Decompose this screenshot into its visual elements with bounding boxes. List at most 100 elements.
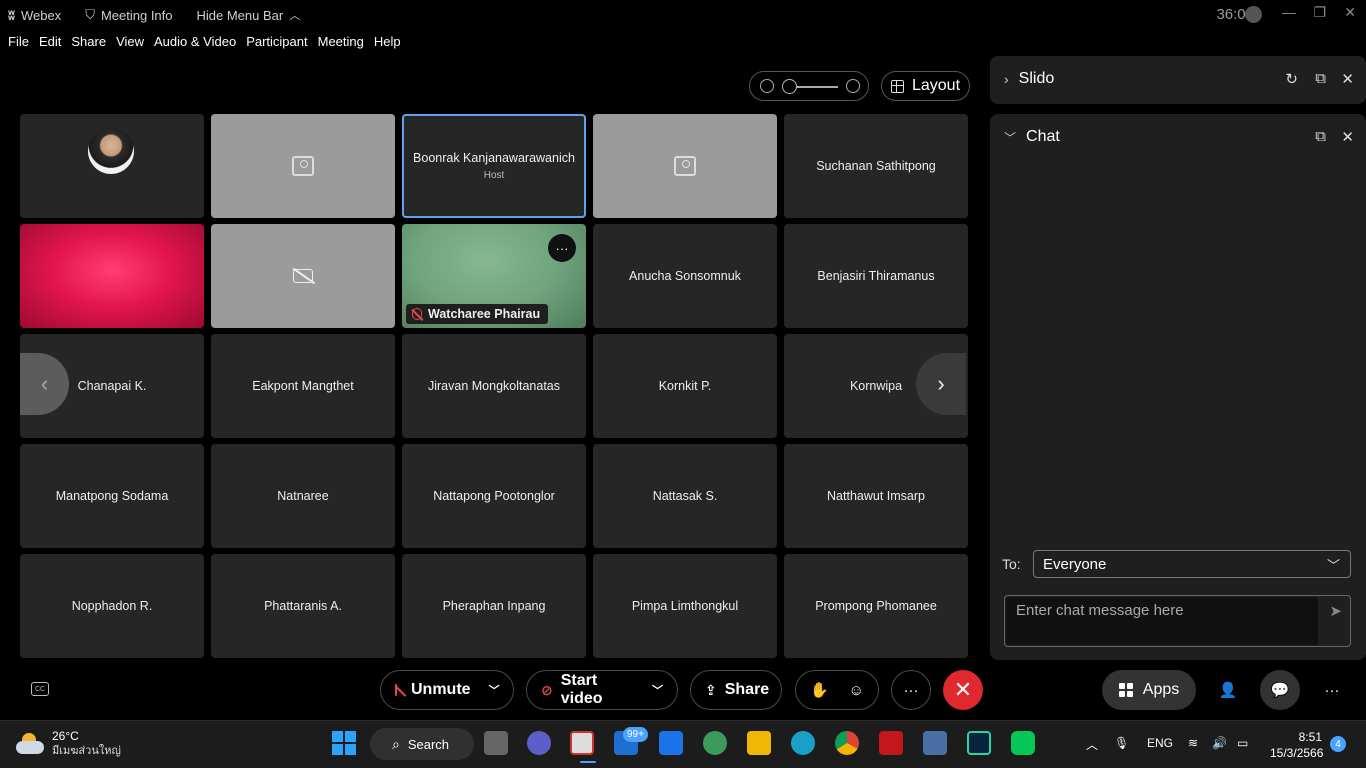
- pop-out-icon[interactable]: ⧉: [1315, 70, 1326, 87]
- mic-muted-tray-icon[interactable]: 🎙: [1114, 736, 1129, 750]
- participant-tile[interactable]: Anucha Sonsomnuk: [593, 224, 777, 328]
- clock[interactable]: 8:51 15/3/2566: [1270, 729, 1324, 761]
- chat-message-input[interactable]: Enter chat message here: [1006, 597, 1318, 645]
- zoom-in-icon[interactable]: [846, 79, 860, 93]
- participant-tile[interactable]: Jiravan Mongkoltanatas: [402, 334, 586, 438]
- menu-file[interactable]: File: [8, 34, 29, 54]
- task-view-icon[interactable]: [484, 731, 508, 755]
- language-indicator[interactable]: ENG: [1147, 736, 1173, 750]
- share-button[interactable]: ⇪ Share: [690, 670, 782, 710]
- participants-icon: 👤: [1218, 682, 1238, 699]
- maps-icon[interactable]: [703, 731, 727, 755]
- minimize-icon[interactable]: —: [1282, 4, 1296, 20]
- participant-tile[interactable]: Phattaranis A.: [211, 554, 395, 658]
- participant-tile[interactable]: Nattasak S.: [593, 444, 777, 548]
- participant-tile[interactable]: Pimpa Limthongkul: [593, 554, 777, 658]
- participant-tile[interactable]: Benjasiri Thiramanus: [784, 224, 968, 328]
- close-window-icon[interactable]: ✕: [1344, 4, 1356, 21]
- participant-tile[interactable]: Nopphadon R.: [20, 554, 204, 658]
- participant-tile[interactable]: Prompong Phomanee: [784, 554, 968, 658]
- chat-header[interactable]: ﹀ Chat: [1004, 128, 1060, 146]
- participants-button[interactable]: 👤: [1208, 670, 1248, 710]
- participant-tile[interactable]: ··· Watcharee Phairau: [402, 224, 586, 328]
- edge-icon[interactable]: [791, 731, 815, 755]
- weather-widget[interactable]: 26°C มีเมฆส่วนใหญ่: [16, 729, 121, 759]
- network-stats-icon[interactable]: [1245, 6, 1262, 23]
- pop-out-icon[interactable]: ⧉: [1315, 128, 1326, 145]
- start-video-button[interactable]: ⊘ Start video ﹀: [526, 670, 678, 710]
- apps-button[interactable]: Apps: [1102, 670, 1196, 710]
- acrobat-icon[interactable]: [879, 731, 903, 755]
- notification-badge[interactable]: 4: [1330, 736, 1346, 752]
- participant-tile[interactable]: [211, 224, 395, 328]
- participant-tile[interactable]: Manatpong Sodama: [20, 444, 204, 548]
- calculator-icon[interactable]: [923, 731, 947, 755]
- menu-help[interactable]: Help: [374, 34, 401, 54]
- close-icon[interactable]: ✕: [1341, 128, 1354, 146]
- zoom-slider[interactable]: [749, 71, 869, 101]
- participant-tile[interactable]: Natnaree: [211, 444, 395, 548]
- send-icon[interactable]: ➤: [1329, 602, 1342, 620]
- close-icon[interactable]: ✕: [1341, 70, 1354, 88]
- participant-name: Suchanan Sathitpong: [816, 159, 936, 173]
- reactions-icon[interactable]: ☺: [849, 682, 864, 699]
- zoom-knob[interactable]: [782, 79, 797, 94]
- battery-icon[interactable]: ▭: [1237, 736, 1248, 750]
- participant-name: Eakpont Mangthet: [252, 379, 354, 393]
- volume-icon[interactable]: 🔊: [1212, 736, 1227, 750]
- unmute-button[interactable]: Unmute ﹀: [380, 670, 514, 710]
- zoom-track[interactable]: [790, 86, 838, 88]
- chat-button[interactable]: 💬: [1260, 670, 1300, 710]
- chat-input-box: Enter chat message here ➤: [1004, 595, 1351, 647]
- leave-meeting-button[interactable]: ✕: [943, 670, 983, 710]
- calendar-icon[interactable]: [659, 731, 683, 755]
- taskbar-search[interactable]: ⌕ Search: [370, 728, 474, 760]
- wifi-icon[interactable]: ≋: [1188, 736, 1198, 750]
- raise-hand-icon[interactable]: ✋: [810, 681, 829, 699]
- menu-share[interactable]: Share: [71, 34, 106, 54]
- snipping-tool-icon[interactable]: [570, 731, 594, 755]
- slido-header[interactable]: › Slido: [1004, 70, 1054, 88]
- participant-tile[interactable]: Boonrak Kanjanawarawanich Host: [402, 114, 586, 218]
- clock-date: 15/3/2566: [1270, 746, 1324, 760]
- participant-tile[interactable]: [211, 114, 395, 218]
- participant-tile[interactable]: [20, 224, 204, 328]
- meeting-info-label: Meeting Info: [100, 7, 173, 23]
- more-options-icon[interactable]: ···: [548, 234, 576, 262]
- refresh-icon[interactable]: ↻: [1285, 70, 1298, 88]
- recipient-select[interactable]: Everyone ﹀: [1033, 550, 1351, 578]
- maximize-icon[interactable]: ❐: [1313, 4, 1326, 21]
- participant-tile[interactable]: Pheraphan Inpang: [402, 554, 586, 658]
- layout-button[interactable]: Layout: [881, 71, 970, 101]
- participant-name: Anucha Sonsomnuk: [629, 269, 741, 283]
- chevron-up-icon[interactable]: ︿: [1086, 736, 1098, 753]
- participant-tile[interactable]: [20, 114, 204, 218]
- participant-tile[interactable]: Eakpont Mangthet: [211, 334, 395, 438]
- chevron-up-icon: ︿: [289, 10, 301, 22]
- more-options-button[interactable]: ···: [891, 670, 931, 710]
- participant-tile[interactable]: Suchanan Sathitpong: [784, 114, 968, 218]
- line-icon[interactable]: [1011, 731, 1035, 755]
- chevron-down-icon[interactable]: ﹀: [652, 682, 663, 698]
- chevron-down-icon[interactable]: ﹀: [489, 682, 500, 698]
- participant-tile[interactable]: [593, 114, 777, 218]
- file-explorer-icon[interactable]: [747, 731, 771, 755]
- start-icon[interactable]: [332, 731, 356, 755]
- zoom-out-icon[interactable]: [760, 79, 774, 93]
- menu-edit[interactable]: Edit: [39, 34, 61, 54]
- menu-audio-video[interactable]: Audio & Video: [154, 34, 236, 54]
- menu-view[interactable]: View: [116, 34, 144, 54]
- participant-tile[interactable]: Kornkit P.: [593, 334, 777, 438]
- webex-taskbar-icon[interactable]: [967, 731, 991, 755]
- closed-captions-icon[interactable]: CC: [31, 682, 49, 696]
- more-panels-button[interactable]: ···: [1312, 670, 1352, 710]
- menu-meeting[interactable]: Meeting: [318, 34, 364, 54]
- participant-tile[interactable]: Nattapong Pootonglor: [402, 444, 586, 548]
- chevron-right-icon: ›: [937, 371, 945, 396]
- participant-tile[interactable]: Natthawut Imsarp: [784, 444, 968, 548]
- menu-participant[interactable]: Participant: [246, 34, 307, 54]
- chrome-icon[interactable]: [835, 731, 859, 755]
- meeting-info-button[interactable]: ⛉ Meeting Info: [85, 7, 172, 23]
- teams-chat-icon[interactable]: [527, 731, 551, 755]
- hide-menu-bar-button[interactable]: Hide Menu Bar ︿: [197, 7, 301, 23]
